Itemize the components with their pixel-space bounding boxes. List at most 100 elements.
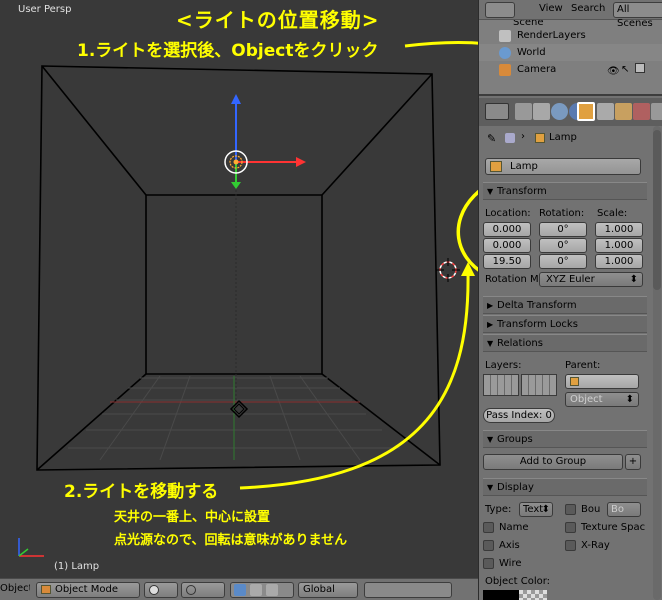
z-arrow-icon — [231, 94, 241, 104]
expand-down-icon: ▼ — [487, 483, 494, 492]
annotation-note2: 点光源なので、回転は意味がありません — [114, 533, 348, 548]
camera-object[interactable] — [228, 398, 250, 420]
visibility-eye-icon[interactable]: 👁 — [607, 63, 620, 80]
outliner[interactable]: View Search All Scenes Scene RenderLayer… — [479, 0, 662, 96]
shading-icon — [149, 585, 159, 595]
expand-down-icon: ▼ — [487, 187, 494, 196]
render-camera-icon[interactable] — [635, 63, 645, 73]
expand-right-icon: ▶ — [487, 301, 494, 310]
add-group-plus-icon[interactable]: + — [625, 454, 641, 470]
orientation-select[interactable]: Global — [298, 582, 358, 598]
name-label: Name — [499, 522, 529, 533]
rotation-x-field[interactable]: 0° — [539, 222, 587, 237]
parent-label: Parent: — [565, 360, 601, 371]
scale-z-field[interactable]: 1.000 — [595, 254, 643, 269]
groups-panel: ▼ Groups Add to Group + — [483, 430, 647, 474]
pass-index-field[interactable]: Pass Index: 0 — [483, 408, 555, 423]
scale-label: Scale: — [597, 208, 628, 219]
scene-breadcrumb-icon — [505, 133, 515, 143]
outliner-view-menu[interactable]: View — [539, 3, 563, 14]
scale-y-field[interactable]: 1.000 — [595, 238, 643, 253]
location-x-field[interactable]: 0.000 — [483, 222, 531, 237]
select-arrow-icon[interactable]: ↖ — [621, 61, 629, 78]
3d-cursor-icon[interactable] — [436, 258, 460, 282]
rotation-z-field[interactable]: 0° — [539, 254, 587, 269]
outliner-row-world[interactable]: World — [479, 44, 662, 61]
parent-type-select[interactable]: Object ⬍ — [565, 392, 639, 407]
object-icon — [490, 161, 502, 172]
layers-label: Layers: — [485, 360, 522, 371]
rotate-icon[interactable] — [250, 584, 262, 596]
lamp-object[interactable] — [216, 92, 312, 192]
bounds-type-select[interactable]: Bo — [607, 502, 641, 517]
add-to-group-button[interactable]: Add to Group — [483, 454, 623, 470]
display-type-label: Type: — [485, 504, 512, 515]
layers-grid-b[interactable] — [521, 374, 557, 396]
viewport-header: Object Object Mode Global — [0, 578, 478, 600]
constraints-tab-icon[interactable] — [597, 103, 614, 120]
axis-checkbox[interactable] — [483, 540, 494, 551]
groups-panel-header[interactable]: ▼ Groups — [483, 430, 647, 448]
scene-tab-icon[interactable] — [551, 103, 568, 120]
texture-space-label: Texture Spac — [581, 522, 646, 533]
properties-scrollbar[interactable] — [653, 130, 661, 290]
dropdown-arrow-icon: ⬍ — [625, 394, 634, 405]
name-checkbox[interactable] — [483, 522, 494, 533]
renderlayers-tab-icon[interactable] — [533, 103, 550, 120]
properties-type-button[interactable] — [485, 103, 509, 120]
relations-panel-header[interactable]: ▼ Relations — [483, 334, 647, 352]
bounds-checkbox[interactable] — [565, 504, 576, 515]
delta-transform-panel-header[interactable]: ▶ Delta Transform — [483, 296, 647, 314]
rotation-label: Rotation: — [539, 208, 585, 219]
xray-checkbox[interactable] — [565, 540, 576, 551]
rotation-y-field[interactable]: 0° — [539, 238, 587, 253]
object-color-alpha[interactable] — [519, 590, 547, 600]
parent-field[interactable] — [565, 374, 639, 389]
mode-select[interactable]: Object Mode — [36, 582, 140, 598]
outliner-search-menu[interactable]: Search — [571, 3, 605, 14]
pivot-select[interactable] — [181, 582, 225, 598]
layer-buttons[interactable] — [364, 582, 452, 598]
display-type-select[interactable]: Text ⬍ — [519, 502, 553, 517]
manipulator-buttons[interactable] — [230, 582, 294, 598]
parent-object-icon — [570, 377, 579, 386]
mode-label: Object Mode — [55, 584, 118, 595]
bounds-label: Bou — [581, 504, 601, 515]
texture-space-checkbox[interactable] — [565, 522, 576, 533]
breadcrumb-object-label: Lamp — [549, 132, 577, 143]
object-color-swatch[interactable] — [483, 590, 519, 600]
outliner-header: View Search All Scenes — [479, 0, 662, 29]
pivot-icon — [186, 585, 196, 595]
pin-icon[interactable]: ✎ — [487, 132, 496, 145]
location-z-field[interactable]: 19.50 — [483, 254, 531, 269]
outliner-row-camera[interactable]: Camera 👁 ↖ — [479, 61, 662, 78]
dropdown-arrow-icon: ⬍ — [629, 274, 638, 285]
outliner-row-renderlayers[interactable]: RenderLayers — [479, 27, 662, 44]
data-tab-icon[interactable] — [615, 103, 632, 120]
transform-locks-panel-header[interactable]: ▶ Transform Locks — [483, 315, 647, 333]
scale-x-field[interactable]: 1.000 — [595, 222, 643, 237]
display-panel-header[interactable]: ▼ Display — [483, 478, 647, 496]
display-panel: ▼ Display Type: Text ⬍ Bou Bo Name Textu… — [483, 478, 647, 600]
location-y-field[interactable]: 0.000 — [483, 238, 531, 253]
outliner-display-select[interactable]: All Scenes — [613, 2, 662, 29]
view-axis-icon — [18, 538, 44, 557]
annotation-note1: 天井の一番上、中心に設置 — [114, 510, 271, 525]
translate-icon[interactable] — [234, 584, 246, 596]
object-color-label: Object Color: — [485, 576, 551, 587]
active-object-label: (1) Lamp — [54, 561, 100, 572]
object-tab-icon[interactable] — [577, 102, 595, 121]
texture-tab-icon[interactable] — [651, 103, 662, 120]
transform-panel-header[interactable]: ▼ Transform — [483, 182, 647, 200]
material-tab-icon[interactable] — [633, 103, 650, 120]
editor-type-button[interactable] — [485, 2, 515, 18]
expand-down-icon: ▼ — [487, 435, 494, 444]
rotation-mode-select[interactable]: XYZ Euler ⬍ — [539, 272, 643, 287]
layers-grid-a[interactable] — [483, 374, 519, 396]
scale-icon[interactable] — [266, 584, 278, 596]
shading-select[interactable] — [144, 582, 178, 598]
object-menu[interactable]: Object — [0, 582, 30, 598]
object-name-field[interactable]: Lamp — [485, 158, 641, 175]
wire-checkbox[interactable] — [483, 558, 494, 569]
render-tab-icon[interactable] — [515, 103, 532, 120]
